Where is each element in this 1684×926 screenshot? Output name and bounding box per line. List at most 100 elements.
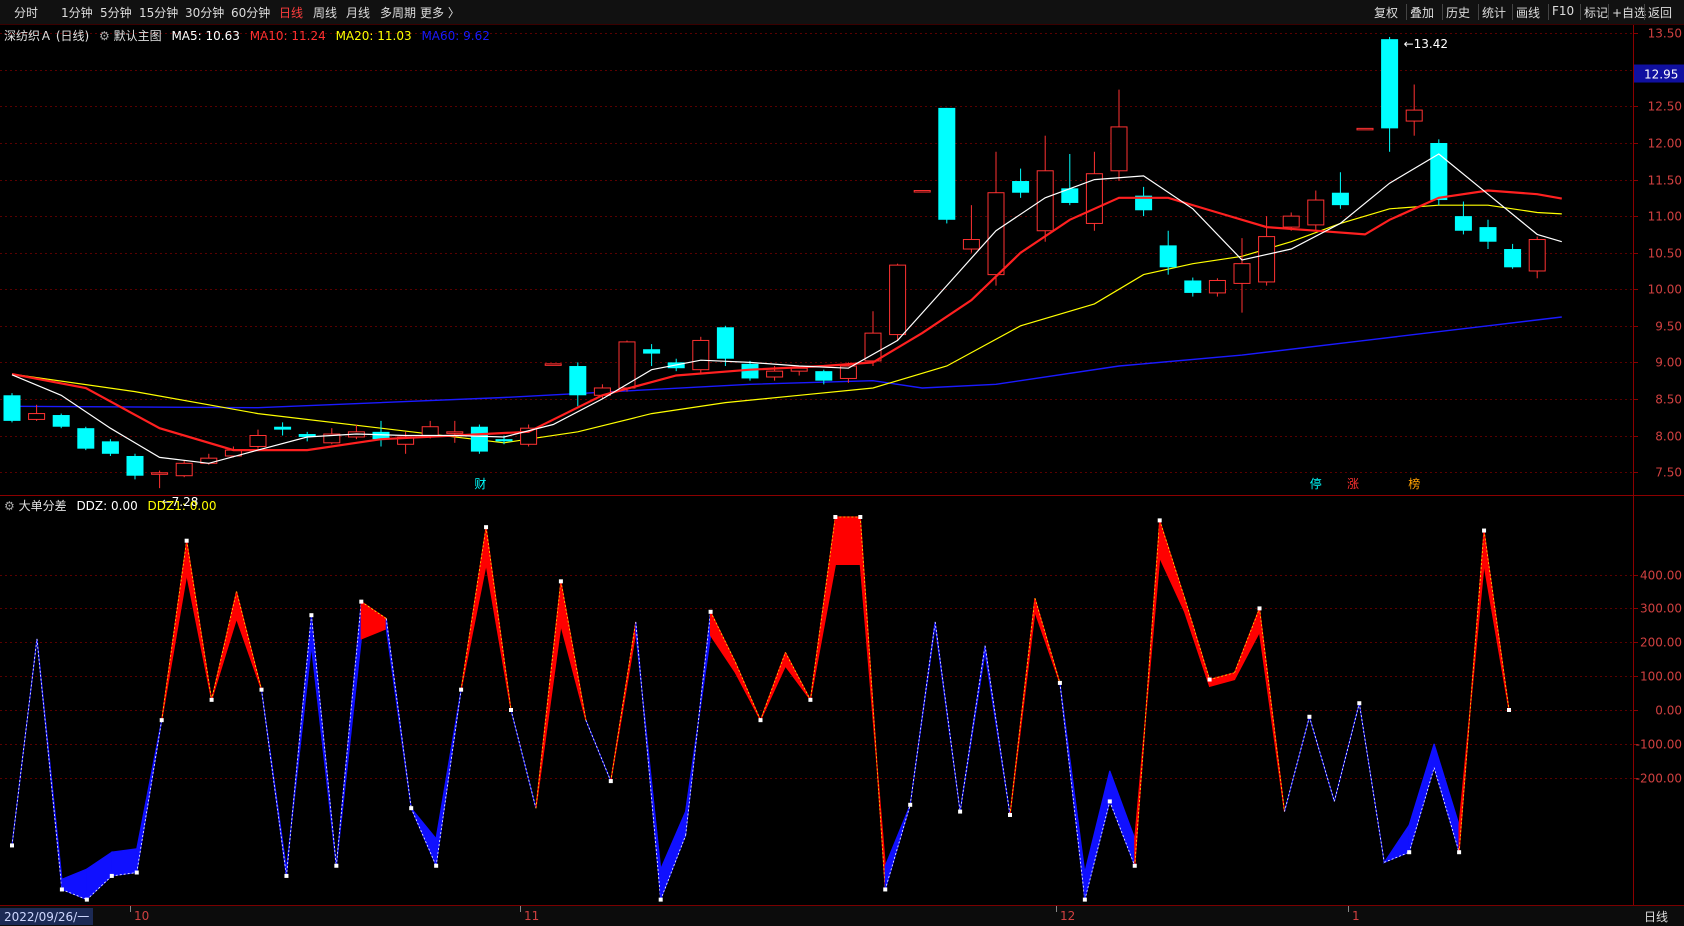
price-tick-label: 11.50 [1648, 174, 1682, 188]
candle-down [274, 426, 292, 430]
ddz-segment [1208, 672, 1236, 688]
candle-down [938, 107, 956, 220]
candle-up [913, 190, 931, 193]
candle-up [446, 431, 464, 434]
main-legend: 深纺织Ａ (日线) ⚙ 默认主图 MA5: 10.63 MA10: 11.24 … [4, 27, 490, 44]
candle-down [1184, 280, 1202, 293]
ma10-label: MA10: 11.24 [249, 29, 326, 43]
candle-down [1012, 181, 1030, 193]
candle-up [962, 239, 980, 250]
high-price-label: ←13.42 [1404, 37, 1448, 51]
ddz-point [109, 873, 114, 878]
ddz-point [84, 897, 89, 902]
candle-up [175, 462, 193, 477]
month-label: 10 [134, 909, 150, 923]
ddz-segment [161, 540, 188, 721]
ma5-line [11, 153, 1562, 464]
ddz-point [509, 708, 513, 712]
candle-up [1208, 279, 1226, 294]
sub-tick-label: 0.00 [1655, 704, 1682, 718]
price-tick-label: 7.50 [1655, 466, 1682, 480]
ddz-segment [1333, 703, 1360, 802]
ddz-point [808, 697, 813, 702]
candle-up [544, 363, 562, 366]
indicator-name[interactable]: 默认主图 [114, 29, 162, 43]
ddz-point [833, 515, 838, 519]
candle-up [1307, 199, 1325, 226]
ddz-segment [1408, 743, 1435, 853]
ddz-segment [510, 709, 537, 809]
ddz-line [984, 645, 1011, 816]
ddz-point [434, 863, 439, 868]
ddz-segment [235, 591, 263, 690]
ddz-point [1257, 606, 1262, 611]
candle-up [692, 339, 710, 371]
settings-icon[interactable]: ⚙ [4, 499, 15, 513]
ddz-point [134, 870, 139, 875]
price-tick-label: 8.50 [1655, 393, 1682, 407]
ddz-segment [285, 615, 312, 876]
ddz-segment [1109, 770, 1136, 867]
ddz-segment [360, 600, 387, 640]
candle-up [1528, 239, 1546, 272]
ddz-point [1082, 897, 1087, 902]
settings-icon[interactable]: ⚙ [99, 29, 110, 43]
date-start-label: 2022/09/26/一 [0, 908, 94, 925]
ddz-line [685, 611, 711, 836]
price-tick-label: 13.50 [1648, 27, 1682, 41]
price-tick-label: 9.00 [1655, 356, 1682, 370]
price-tick-label: 8.00 [1655, 430, 1682, 444]
month-tick [1056, 906, 1057, 912]
candle-up [1282, 215, 1300, 228]
event-marker: 停 [1310, 476, 1322, 491]
ddz-segment [1159, 520, 1186, 613]
ddz-point [10, 843, 14, 848]
ddz-label: DDZ: 0.00 [76, 499, 138, 513]
sub-tick-label: 400.00 [1640, 569, 1682, 583]
event-marker: 财 [474, 477, 486, 491]
sub-tick-label: 200.00 [1640, 636, 1682, 650]
candle-down [77, 428, 95, 449]
ddz-point [1057, 680, 1062, 685]
candle-down [1159, 245, 1177, 268]
ddz-point [1307, 714, 1312, 719]
candle-down [1504, 249, 1522, 268]
candle-down [470, 426, 488, 452]
ddz-point [1457, 850, 1462, 855]
candle-up [987, 192, 1005, 276]
ddz-point [883, 887, 888, 892]
candle-down [1331, 192, 1349, 206]
candle-down [1479, 227, 1497, 242]
candle-up [1356, 127, 1374, 131]
ddz-line [1009, 598, 1036, 816]
month-label: 1 [1352, 909, 1360, 923]
ddz-point [484, 525, 489, 530]
sub-tick-label: 100.00 [1640, 670, 1682, 684]
ddz-point [1107, 799, 1112, 804]
period-label[interactable]: 日线 [1644, 908, 1668, 925]
ddz-segment [1433, 743, 1460, 853]
sub-indicator-name[interactable]: 大单分差 [19, 499, 67, 513]
ddz1-label: DDZ1: 0.00 [147, 499, 217, 513]
ddz-point [459, 687, 464, 692]
candle-down [52, 415, 70, 427]
stock-name[interactable]: 深纺织Ａ (日线) [4, 29, 89, 43]
ddz-point [708, 609, 713, 614]
candle-down [1454, 216, 1472, 231]
ddz-point [59, 887, 64, 892]
candle-up [249, 435, 267, 447]
ddz-point [209, 697, 214, 702]
candle-down [3, 395, 21, 421]
ddz-point [1132, 863, 1137, 868]
price-tick-label: 10.00 [1648, 283, 1682, 297]
ddz-point [1008, 812, 1012, 817]
chart-area: 13.5013.0012.5012.0011.5011.0010.5010.00… [0, 25, 1684, 905]
candle-up [1110, 126, 1128, 172]
ddz-point [1407, 850, 1412, 855]
sub-legend: ⚙ 大单分差 DDZ: 0.00 DDZ1: 0.00 [4, 497, 216, 514]
ddz-point [1507, 708, 1511, 712]
event-marker: 榜 [1408, 476, 1420, 491]
ddz-line [186, 540, 212, 700]
date-axis-bar: 2022/09/26/一 10 11 12 1 日线 [0, 905, 1684, 926]
current-price-label: 12.95 [1644, 68, 1678, 82]
